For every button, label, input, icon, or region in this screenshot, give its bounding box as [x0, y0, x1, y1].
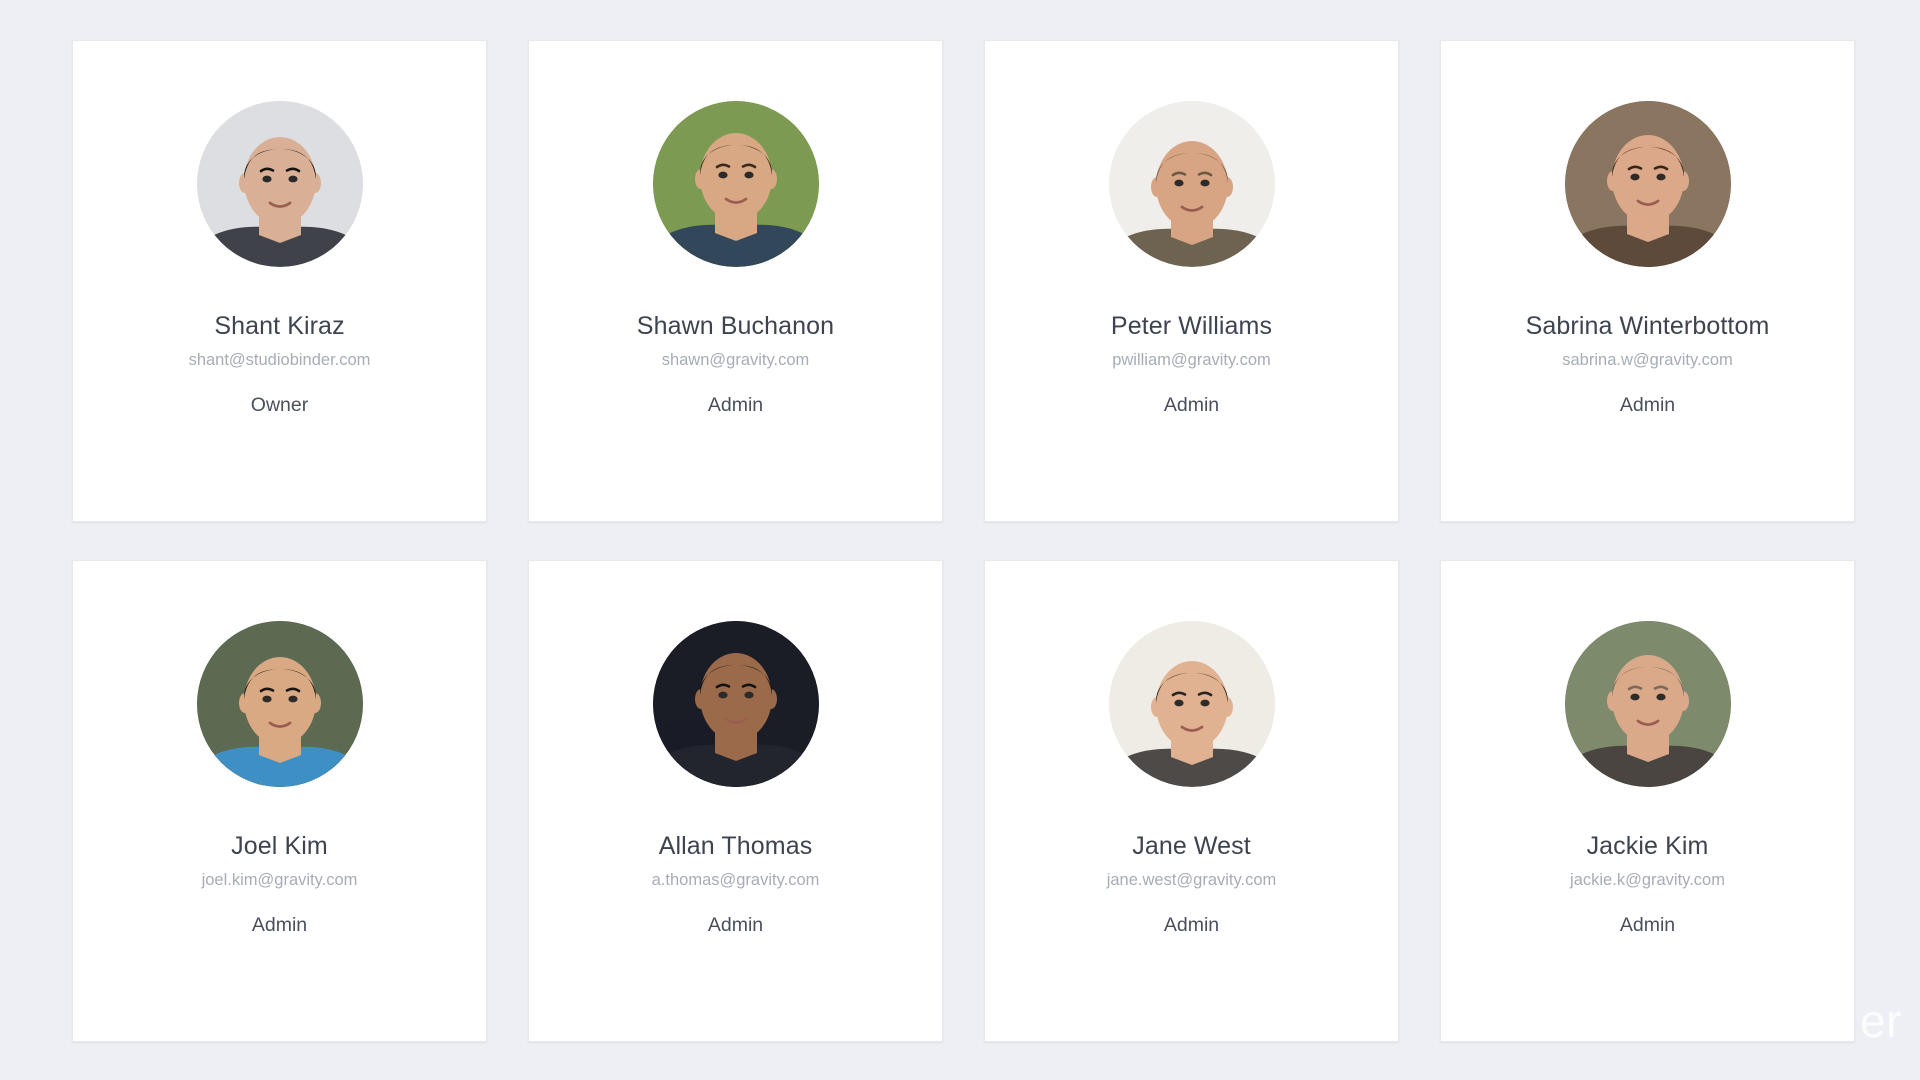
- team-members-page: Shant Kiraz shant@studiobinder.com Owner: [0, 0, 1920, 1080]
- watermark-text: er: [1860, 995, 1902, 1047]
- member-role: Admin: [1163, 393, 1220, 416]
- member-role: Admin: [1619, 913, 1676, 936]
- avatar-joel-kim-icon: [196, 621, 363, 787]
- avatar-sabrina-winterbottom-icon: [1564, 101, 1731, 267]
- avatar-jane-west-icon: [1108, 621, 1275, 787]
- member-card-7[interactable]: Jane West jane.west@gravity.com Admin: [984, 560, 1399, 1042]
- avatar-allan-thomas-icon: [652, 621, 819, 787]
- member-name: Shant Kiraz: [214, 312, 345, 340]
- avatar-shant-kiraz-icon: [196, 101, 363, 267]
- member-email: shawn@gravity.com: [661, 350, 810, 369]
- member-card-1[interactable]: Shant Kiraz shant@studiobinder.com Owner: [72, 40, 487, 522]
- member-email: pwilliam@gravity.com: [1112, 350, 1271, 369]
- member-email: shant@studiobinder.com: [188, 350, 371, 369]
- member-name: Jackie Kim: [1586, 832, 1709, 860]
- member-card-5[interactable]: Joel Kim joel.kim@gravity.com Admin: [72, 560, 487, 1042]
- avatar-shawn-buchanon-icon: [652, 101, 819, 267]
- member-role: Admin: [707, 913, 764, 936]
- member-role: Admin: [251, 913, 308, 936]
- member-card-6[interactable]: Allan Thomas a.thomas@gravity.com Admin: [528, 560, 943, 1042]
- member-name: Allan Thomas: [658, 832, 813, 860]
- member-role: Owner: [250, 393, 309, 416]
- member-email: a.thomas@gravity.com: [651, 870, 820, 889]
- member-card-2[interactable]: Shawn Buchanon shawn@gravity.com Admin: [528, 40, 943, 522]
- member-email: jane.west@gravity.com: [1106, 870, 1277, 889]
- avatar-peter-williams-icon: [1108, 101, 1275, 267]
- member-card-3[interactable]: Peter Williams pwilliam@gravity.com Admi…: [984, 40, 1399, 522]
- member-email: jackie.k@gravity.com: [1570, 870, 1725, 889]
- member-name: Sabrina Winterbottom: [1525, 312, 1770, 340]
- member-email: joel.kim@gravity.com: [201, 870, 358, 889]
- member-card-grid: Shant Kiraz shant@studiobinder.com Owner: [72, 40, 1855, 1042]
- avatar-jackie-kim-icon: [1564, 621, 1731, 787]
- member-name: Jane West: [1132, 832, 1251, 860]
- member-name: Joel Kim: [231, 832, 328, 860]
- member-role: Admin: [707, 393, 764, 416]
- member-name: Peter Williams: [1110, 312, 1273, 340]
- member-card-4[interactable]: Sabrina Winterbottom sabrina.w@gravity.c…: [1440, 40, 1855, 522]
- member-card-8[interactable]: Jackie Kim jackie.k@gravity.com Admin: [1440, 560, 1855, 1042]
- member-name: Shawn Buchanon: [636, 312, 835, 340]
- member-role: Admin: [1163, 913, 1220, 936]
- member-email: sabrina.w@gravity.com: [1562, 350, 1733, 369]
- member-role: Admin: [1619, 393, 1676, 416]
